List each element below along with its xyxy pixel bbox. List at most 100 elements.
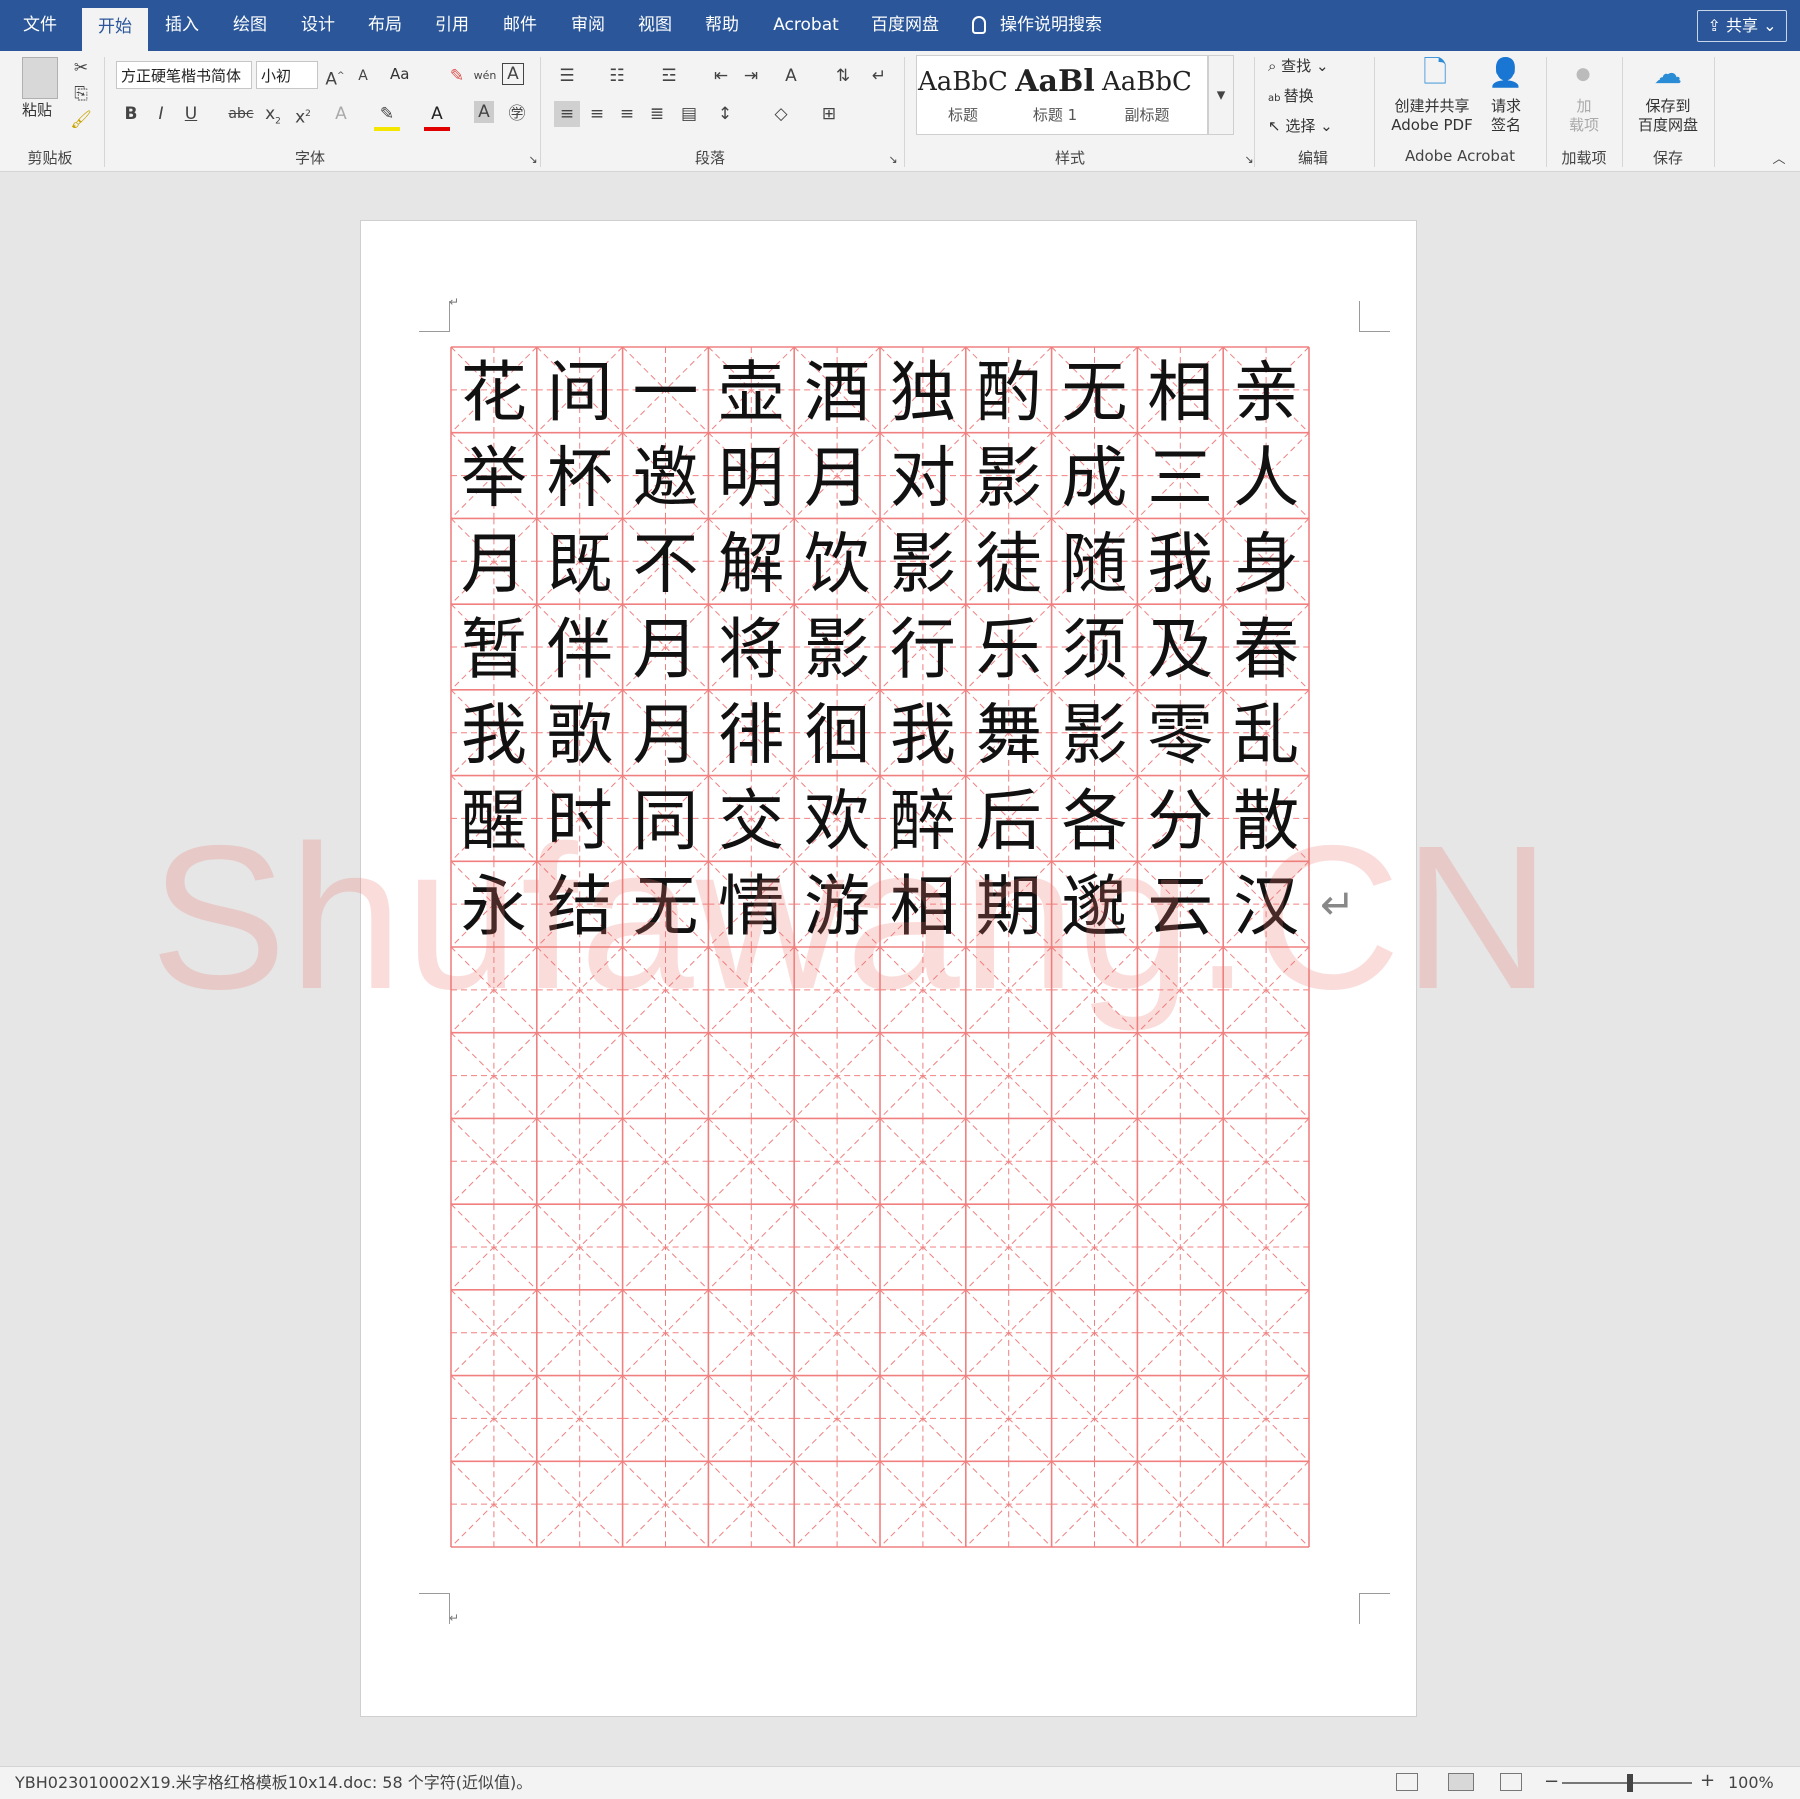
grid-character[interactable]: 月 [461,525,527,602]
grid-character[interactable]: 歌 [547,697,613,774]
italic-icon[interactable]: I [148,101,174,127]
grid-character[interactable]: 花 [461,354,527,431]
multilevel-list-icon[interactable]: ☲ [656,63,682,89]
distributed-icon[interactable]: ▤ [676,101,702,127]
tab-mailings[interactable]: 邮件 [490,0,550,51]
grid-character[interactable]: 须 [1062,611,1128,688]
numbering-icon[interactable]: ☷ [604,63,630,89]
grid-character[interactable]: 相 [1147,354,1213,431]
zoom-in-icon[interactable]: + [1700,1770,1715,1791]
grid-character[interactable]: 解 [718,525,784,602]
grid-character[interactable]: 同 [633,782,699,859]
zoom-out-icon[interactable]: − [1544,1771,1559,1792]
increase-indent-icon[interactable]: ⇥ [738,63,764,89]
font-name-select[interactable]: 方正硬笔楷书简体 [116,61,252,89]
phonetic-guide-icon[interactable]: wén [472,63,498,89]
tab-home[interactable]: 开始 [82,8,148,51]
replace-button[interactable]: ab 替换 [1268,85,1314,106]
grid-character[interactable]: 欢 [804,782,870,859]
grid-character[interactable]: 明 [718,440,784,517]
grid-character[interactable]: 各 [1062,782,1128,859]
tab-acrobat[interactable]: Acrobat [766,0,846,51]
dialog-launcher-icon[interactable]: ↘ [1236,147,1262,173]
grid-character[interactable]: 无 [1062,354,1128,431]
style-heading-1[interactable]: AaBl 标题 1 [1009,56,1101,134]
grid-character[interactable]: 亲 [1233,354,1299,431]
grid-character[interactable]: 春 [1233,611,1299,688]
grid-character[interactable]: 人 [1233,440,1299,517]
grid-character[interactable]: 邈 [1062,868,1128,945]
align-center-icon[interactable]: ≡ [584,101,610,127]
text-effects-icon[interactable]: A [328,101,354,127]
grid-character[interactable]: 邀 [633,440,699,517]
align-left-icon[interactable]: ≡ [554,101,580,127]
grid-character[interactable]: 汉 [1233,868,1299,945]
grid-character[interactable]: 暂 [461,611,527,688]
grid-character[interactable]: 情 [718,868,784,945]
strikethrough-icon[interactable]: abc [228,101,254,127]
grid-character[interactable]: 结 [547,868,613,945]
tab-insert[interactable]: 插入 [152,0,212,51]
bold-icon[interactable]: B [118,101,144,127]
bullets-icon[interactable]: ☰ [554,63,580,89]
font-size-select[interactable]: 小初 [256,61,318,89]
grid-character[interactable]: 醒 [461,782,527,859]
paste-button[interactable]: 粘贴 [22,99,52,120]
copy-icon[interactable]: ⎘ [68,81,94,107]
tab-help[interactable]: 帮助 [692,0,752,51]
web-layout-icon[interactable] [1500,1773,1522,1791]
grid-character[interactable]: 交 [718,782,784,859]
save-to-baidu-button[interactable]: 保存到 百度网盘 [1632,97,1704,135]
grid-character[interactable]: 举 [461,440,527,517]
grid-character[interactable]: 既 [547,525,613,602]
tab-design[interactable]: 设计 [288,0,348,51]
tab-review[interactable]: 审阅 [558,0,618,51]
character-shading-icon[interactable]: A [474,101,494,123]
grid-character[interactable]: 影 [890,525,956,602]
align-right-icon[interactable]: ≡ [614,101,640,127]
highlight-icon[interactable]: ✎ [374,101,400,131]
character-border-icon[interactable]: A [502,63,524,85]
grid-character[interactable]: 影 [804,611,870,688]
grid-character[interactable]: 三 [1147,440,1213,517]
grid-character[interactable]: 徒 [976,525,1042,602]
addins-button[interactable]: 加 载项 [1564,97,1604,135]
cut-icon[interactable]: ✂ [68,55,94,81]
grid-character[interactable]: 游 [804,868,870,945]
grid-character[interactable]: 不 [633,525,699,602]
grid-character[interactable]: 无 [633,868,699,945]
grid-character[interactable]: 成 [1062,440,1128,517]
grid-character[interactable]: 行 [890,611,956,688]
justify-icon[interactable]: ≣ [644,101,670,127]
grid-character[interactable]: 分 [1147,782,1213,859]
grid-character[interactable]: 乐 [976,611,1042,688]
select-button[interactable]: ↖ 选择 ⌄ [1268,115,1333,136]
grid-character[interactable]: 身 [1233,525,1299,602]
grid-character[interactable]: 影 [1062,697,1128,774]
grid-character[interactable]: 杯 [547,440,613,517]
show-marks-icon[interactable]: ↵ [866,63,892,89]
grid-character[interactable]: 后 [976,782,1042,859]
grid-character[interactable]: 醉 [890,782,956,859]
underline-icon[interactable]: U [178,101,204,127]
grow-font-icon[interactable]: A^ [322,63,348,90]
grid-character[interactable]: 乱 [1233,697,1299,774]
grid-character[interactable]: 月 [804,440,870,517]
create-pdf-button[interactable]: 创建并共享 Adobe PDF [1390,97,1474,135]
share-button[interactable]: ⇪ 共享 ⌄ [1697,10,1787,42]
grid-character[interactable]: 月 [633,697,699,774]
tab-file[interactable]: 文件 [8,0,72,51]
tab-references[interactable]: 引用 [422,0,482,51]
style-heading[interactable]: AaBbC 标题 [917,56,1009,134]
grid-character[interactable]: 我 [890,697,956,774]
grid-character[interactable]: 及 [1147,611,1213,688]
shrink-font-icon[interactable]: A [350,63,376,89]
dialog-launcher-icon[interactable]: ↘ [520,147,546,173]
collapse-ribbon-icon[interactable]: ︿ [1766,147,1792,173]
grid-character[interactable]: 时 [547,782,613,859]
read-mode-icon[interactable] [1396,1773,1418,1791]
shading-icon[interactable]: ◇ [768,101,794,127]
grid-character[interactable]: 随 [1062,525,1128,602]
grid-character[interactable]: 酌 [976,354,1042,431]
grid-character[interactable]: 月 [633,611,699,688]
